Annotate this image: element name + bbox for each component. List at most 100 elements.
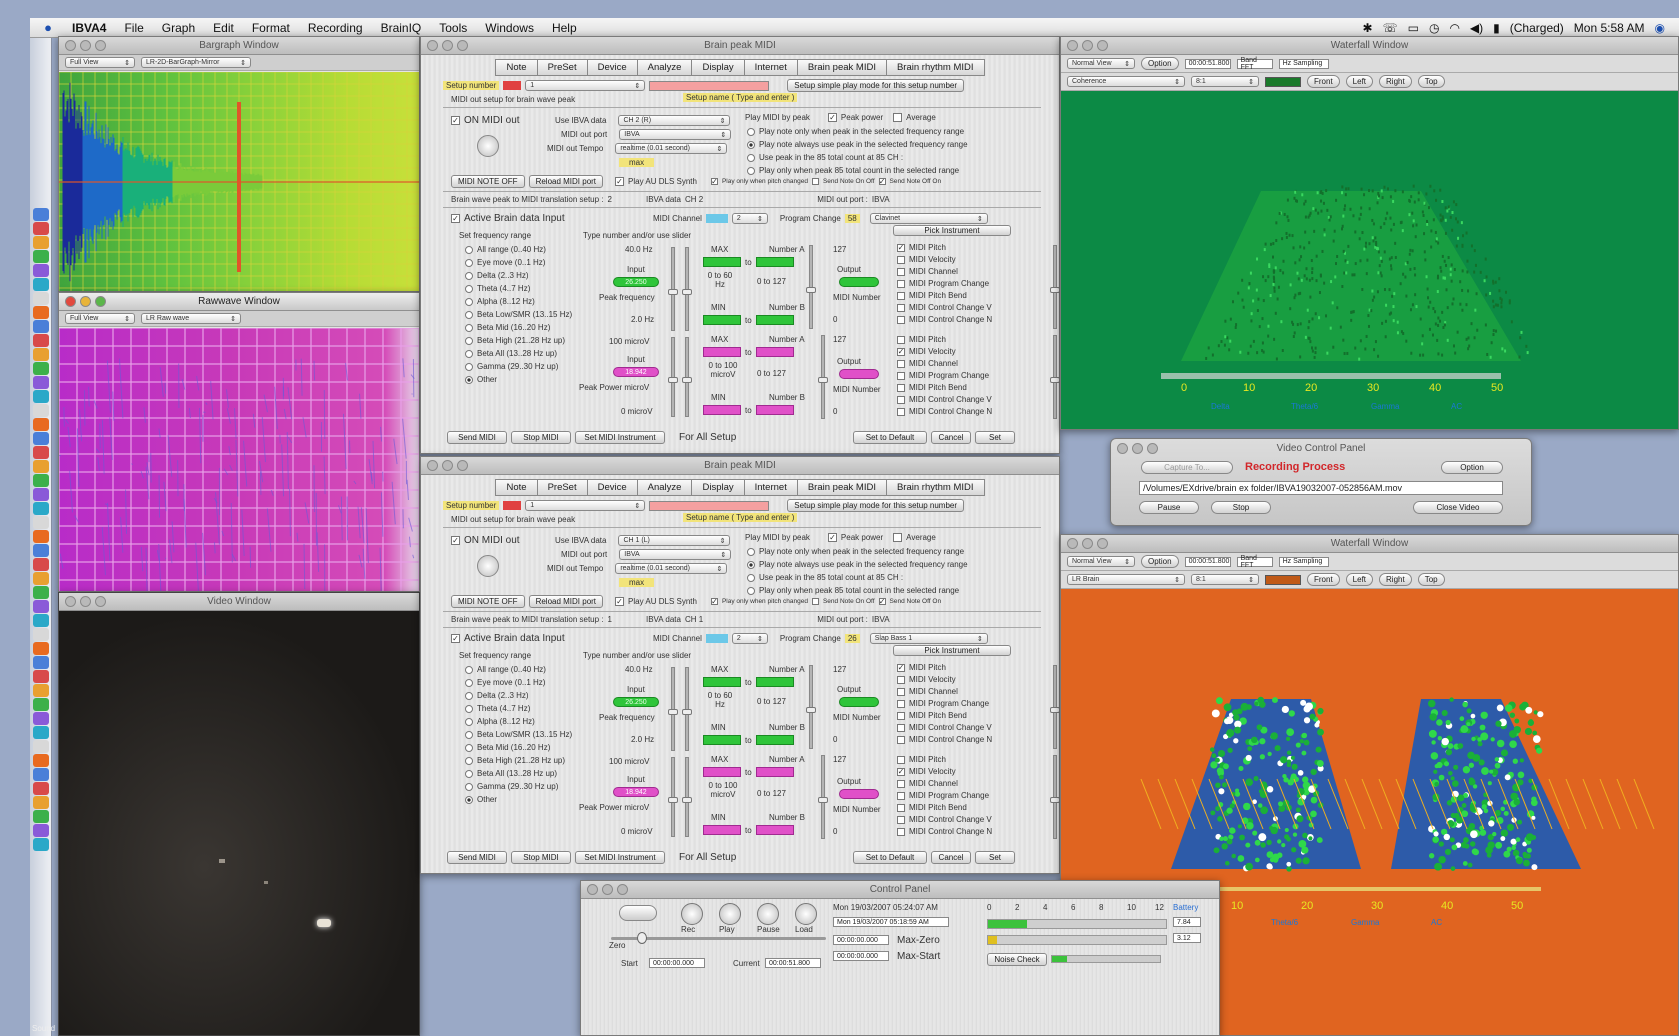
apple-menu-icon[interactable]: ● <box>38 20 58 35</box>
setup-number-popup[interactable]: 1 ⇕ <box>525 80 646 91</box>
set-to-default-button[interactable]: Set to Default <box>853 851 927 864</box>
close-button[interactable] <box>427 40 438 51</box>
midi-out-tempo-popup[interactable]: realtime (0.01 second) ⇕ <box>615 143 728 154</box>
midi-out-port-popup[interactable]: IBVA ⇕ <box>619 129 732 140</box>
play-option-radio[interactable] <box>747 166 755 175</box>
dock-app-icon[interactable] <box>33 222 49 235</box>
slider-thumb[interactable] <box>806 287 816 293</box>
frequency-range-radio[interactable] <box>465 743 473 752</box>
left-button[interactable]: Left <box>1345 573 1374 586</box>
close-button[interactable] <box>65 40 76 51</box>
setup-name-field[interactable] <box>649 500 770 511</box>
midi-target-checkbox[interactable] <box>897 815 905 824</box>
frequency-range-radio[interactable] <box>465 323 473 332</box>
time-field[interactable]: 00:00:51.800 <box>1184 58 1231 69</box>
timemachine-icon[interactable]: ◷ <box>1429 21 1439 35</box>
tab-device[interactable]: Device <box>586 59 637 76</box>
close-button[interactable] <box>427 460 438 471</box>
minimize-button[interactable] <box>1082 538 1093 549</box>
load-knob[interactable] <box>795 903 817 925</box>
midi-out-tempo-popup[interactable]: realtime (0.01 second) ⇕ <box>615 563 728 574</box>
midi-target-checkbox[interactable] <box>897 735 905 744</box>
dock-app-icon[interactable] <box>33 278 49 291</box>
tab-display[interactable]: Display <box>691 479 744 496</box>
range-max-field[interactable] <box>755 405 794 415</box>
slider-thumb[interactable] <box>818 797 828 803</box>
current-field[interactable]: 00:00:51.800 <box>765 958 821 968</box>
midi-target-checkbox[interactable] <box>897 779 905 788</box>
dock-app-icon[interactable] <box>33 390 49 403</box>
frequency-range-radio[interactable] <box>465 336 473 345</box>
dock-app-icon[interactable] <box>33 810 49 823</box>
menu-format[interactable]: Format <box>252 21 290 35</box>
color-swatch[interactable] <box>1265 574 1301 585</box>
option-button[interactable]: Option <box>1141 555 1179 568</box>
dock-app-icon[interactable] <box>33 642 49 655</box>
power-input-field[interactable]: 18.942 <box>613 787 659 797</box>
start-field[interactable]: 00:00:00.000 <box>649 958 705 968</box>
cancel-button[interactable]: Cancel <box>931 431 971 444</box>
view-popup[interactable]: Full View ⇕ <box>65 57 135 68</box>
menu-app-name[interactable]: IBVA4 <box>72 21 106 35</box>
close-video-button[interactable]: Close Video <box>1413 501 1503 514</box>
instrument-popup[interactable]: Slap Bass 1 ⇕ <box>869 633 988 644</box>
fft-field[interactable]: Band FFT <box>1236 555 1273 569</box>
close-button[interactable] <box>65 296 76 307</box>
tab-note[interactable]: Note <box>495 59 537 76</box>
midi-target-checkbox[interactable] <box>897 407 905 416</box>
sampling-field[interactable]: Hz Sampling <box>1278 556 1329 567</box>
slider-thumb[interactable] <box>682 377 692 383</box>
zoom-button[interactable] <box>617 884 628 895</box>
midi-target-checkbox[interactable] <box>897 383 905 392</box>
zoom-button[interactable] <box>95 40 106 51</box>
tab-preset[interactable]: PreSet <box>536 59 587 76</box>
dock-app-icon[interactable] <box>33 250 49 263</box>
setup-name-field[interactable] <box>649 80 770 91</box>
midi-target-checkbox[interactable] <box>897 803 905 812</box>
dock-app-icon[interactable] <box>33 782 49 795</box>
midi-channel-popup[interactable]: 2 ⇕ <box>731 633 768 644</box>
range-max-field[interactable] <box>755 315 794 325</box>
frequency-range-radio[interactable] <box>465 691 473 700</box>
sampling-field[interactable]: Hz Sampling <box>1278 58 1329 69</box>
left-button[interactable]: Left <box>1345 75 1374 88</box>
midi-target-checkbox[interactable] <box>897 359 905 368</box>
minimize-button[interactable] <box>442 40 453 51</box>
midi-target-checkbox[interactable] <box>897 791 905 800</box>
use-ibva-data-popup[interactable]: CH 1 (L) ⇕ <box>618 535 731 546</box>
slider-thumb[interactable] <box>668 797 678 803</box>
menu-windows[interactable]: Windows <box>485 21 534 35</box>
minimize-button[interactable] <box>80 296 91 307</box>
dock-app-icon[interactable] <box>33 628 49 641</box>
midi-target-checkbox[interactable] <box>897 315 905 324</box>
peak-power-checkbox[interactable]: ✓ <box>827 113 837 122</box>
tab-brain-rhythm-midi[interactable]: Brain rhythm MIDI <box>885 479 985 496</box>
dock-app-icon[interactable] <box>33 712 49 725</box>
dock-app-icon[interactable] <box>33 516 49 529</box>
program-change-value[interactable]: 58 <box>844 214 860 223</box>
dock-app-icon[interactable] <box>33 698 49 711</box>
zoom-button[interactable] <box>1097 40 1108 51</box>
frequency-range-radio[interactable] <box>465 349 473 358</box>
tab-note[interactable]: Note <box>495 479 537 496</box>
capture-to-button[interactable]: Capture To... <box>1141 461 1233 474</box>
slider-thumb[interactable] <box>682 709 692 715</box>
top-button[interactable]: Top <box>1417 573 1445 586</box>
toggle-switch[interactable] <box>619 905 657 921</box>
midi-channel-popup[interactable]: 2 ⇕ <box>731 213 768 224</box>
play-option-radio[interactable] <box>747 586 755 595</box>
mode-popup[interactable]: Coherence ⇕ <box>1067 76 1185 87</box>
send-note-on-off-checkbox[interactable] <box>811 598 819 605</box>
minimize-button[interactable] <box>442 460 453 471</box>
frequency-range-radio[interactable] <box>465 258 473 267</box>
midi-target-checkbox[interactable] <box>897 279 905 288</box>
midi-target-checkbox[interactable] <box>897 723 905 732</box>
frequency-range-radio[interactable] <box>465 310 473 319</box>
front-button[interactable]: Front <box>1307 573 1340 586</box>
close-button[interactable] <box>65 596 76 607</box>
play-option-radio[interactable] <box>747 547 755 556</box>
zoom-button[interactable] <box>457 40 468 51</box>
dock-app-icon[interactable] <box>33 600 49 613</box>
program-change-value[interactable]: 26 <box>844 634 860 643</box>
zoom-button[interactable] <box>95 596 106 607</box>
